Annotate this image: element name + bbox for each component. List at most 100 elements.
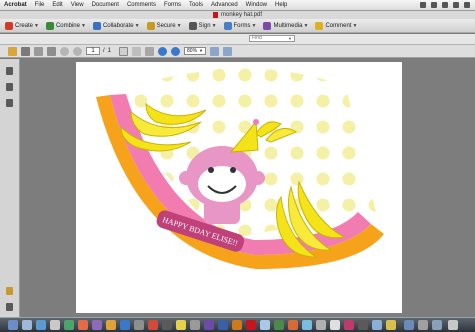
task-toolbar: Create ▼ Combine ▼ Collaborate ▼ Secure ▼ Si… [0, 19, 475, 33]
chevron-down-icon: ▼ [352, 22, 358, 29]
open-folder-icon[interactable] [8, 46, 17, 56]
powerpoint-icon[interactable] [288, 320, 298, 330]
window-titlebar: monkey hat.pdf [0, 11, 475, 19]
app-store-icon[interactable] [120, 320, 130, 330]
terminal-icon[interactable] [162, 320, 172, 330]
collaborate-button[interactable]: Collaborate ▼ [92, 21, 140, 30]
pdf-page: HAPPY BDAY ELISE!! [76, 62, 402, 313]
zoom-out-icon[interactable] [158, 46, 168, 56]
fit-page-icon[interactable] [210, 46, 220, 56]
trash-icon[interactable] [448, 320, 458, 330]
clock-icon[interactable] [453, 2, 459, 8]
select-tool-icon[interactable] [132, 46, 142, 56]
export-icon[interactable] [47, 46, 56, 56]
forms-icon [223, 21, 232, 30]
combine-icon [45, 21, 54, 30]
multimedia-button[interactable]: Multimedia ▼ [263, 21, 308, 30]
acrobat-icon[interactable] [246, 320, 256, 330]
zoom-in-icon[interactable] [171, 46, 181, 56]
hand-tool-icon[interactable] [119, 46, 129, 56]
calendar-icon[interactable] [78, 320, 88, 330]
prev-page-icon[interactable] [60, 46, 69, 56]
combine-button[interactable]: Combine ▼ [45, 21, 86, 30]
page-separator: / [103, 48, 105, 54]
menu-advanced[interactable]: Advanced [211, 2, 238, 8]
preview-icon[interactable] [134, 320, 144, 330]
comment-icon [315, 21, 324, 30]
navigation-pane [0, 59, 20, 317]
create-button[interactable]: Create ▼ [5, 21, 39, 30]
menu-comments[interactable]: Comments [127, 2, 156, 8]
sign-button[interactable]: Sign ▼ [188, 21, 217, 30]
chevron-down-icon: ▼ [211, 22, 217, 29]
menu-document[interactable]: Document [92, 2, 119, 8]
applications-stack-icon[interactable] [432, 320, 442, 330]
chevron-down-icon: ▼ [199, 48, 204, 53]
pages-icon[interactable] [6, 67, 13, 75]
forms-button[interactable]: Forms ▼ [223, 21, 256, 30]
pen-icon [188, 21, 197, 30]
app-icon[interactable] [372, 320, 382, 330]
menu-view[interactable]: View [71, 2, 84, 8]
app-icon[interactable] [316, 320, 326, 330]
secure-button[interactable]: Secure ▼ [146, 21, 182, 30]
comment-button[interactable]: Comment ▼ [315, 21, 358, 30]
party-hat-pompom [253, 119, 259, 125]
app-icon[interactable] [358, 320, 368, 330]
wifi-icon[interactable] [420, 2, 426, 8]
attachments-icon[interactable] [6, 303, 13, 311]
photoshop-icon[interactable] [218, 320, 228, 330]
word-icon[interactable] [260, 320, 270, 330]
fit-width-icon[interactable] [223, 46, 233, 56]
menu-forms[interactable]: Forms [164, 2, 181, 8]
iphoto-icon[interactable] [106, 320, 116, 330]
menu-tools[interactable]: Tools [189, 2, 203, 8]
next-page-icon[interactable] [73, 46, 82, 56]
signatures-icon[interactable] [6, 99, 13, 107]
menu-file[interactable]: File [35, 2, 45, 8]
app-icon[interactable] [344, 320, 354, 330]
navigation-toolbar: 1 / 1 80% ▼ [0, 45, 475, 58]
battery-icon[interactable] [442, 2, 448, 8]
spotlight-icon[interactable] [464, 2, 470, 8]
documents-stack-icon[interactable] [418, 320, 428, 330]
email-icon[interactable] [34, 46, 43, 56]
app-icon[interactable] [386, 320, 396, 330]
menu-help[interactable]: Help [275, 2, 287, 8]
monkey-eye-right [230, 167, 236, 173]
illustrator-icon[interactable] [232, 320, 242, 330]
menu-window[interactable]: Window [246, 2, 267, 8]
chevron-down-icon[interactable]: ▼ [288, 36, 292, 41]
safari-icon[interactable] [36, 320, 46, 330]
dashboard-icon[interactable] [22, 320, 32, 330]
menu-edit[interactable]: Edit [52, 2, 62, 8]
comments-icon[interactable] [6, 287, 13, 295]
print-icon[interactable] [21, 46, 30, 56]
app-icon[interactable] [330, 320, 340, 330]
volume-icon[interactable] [431, 2, 437, 8]
chrome-icon[interactable] [148, 320, 158, 330]
page-number-input[interactable]: 1 [86, 47, 100, 55]
status-menus [420, 2, 470, 8]
window-title: monkey hat.pdf [220, 12, 263, 18]
marquee-zoom-icon[interactable] [145, 46, 155, 56]
page-total: 1 [107, 48, 112, 54]
excel-icon[interactable] [274, 320, 284, 330]
create-icon [5, 21, 13, 30]
downloads-stack-icon[interactable] [404, 320, 414, 330]
indesign-icon[interactable] [204, 320, 214, 330]
bookmarks-icon[interactable] [6, 83, 13, 91]
monkey-eye-left [208, 167, 214, 173]
finder-icon[interactable] [8, 320, 18, 330]
find-input[interactable]: Find ▼ [249, 35, 295, 42]
skype-icon[interactable] [302, 320, 312, 330]
monkey-face [198, 166, 246, 202]
mail-icon[interactable] [50, 320, 60, 330]
facetime-icon[interactable] [64, 320, 74, 330]
app-menu[interactable]: Acrobat [4, 2, 27, 8]
zoom-select[interactable]: 80% ▼ [184, 47, 207, 55]
notes-icon[interactable] [176, 320, 186, 330]
chevron-down-icon: ▼ [80, 22, 86, 29]
itunes-icon[interactable] [92, 320, 102, 330]
system-preferences-icon[interactable] [190, 320, 200, 330]
